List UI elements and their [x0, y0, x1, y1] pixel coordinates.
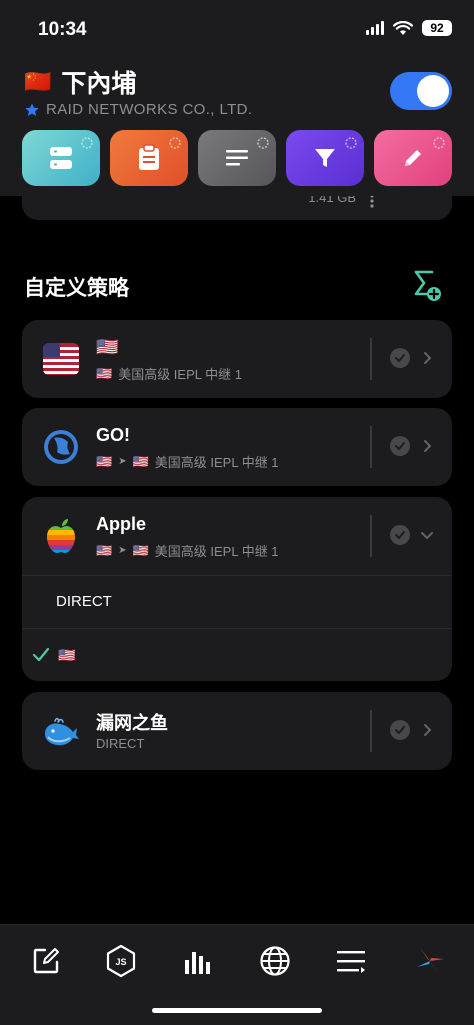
divider — [370, 515, 372, 557]
policy-name: GO! — [96, 425, 130, 445]
option-flag: 🇺🇸 — [58, 647, 76, 663]
tab-edit[interactable] — [28, 943, 64, 979]
route-label: DIRECT — [96, 736, 145, 751]
section-title: 自定义策略 — [24, 277, 129, 300]
tab-network[interactable] — [257, 943, 293, 979]
status-icons: 92 — [366, 20, 452, 36]
globe-icon — [260, 946, 290, 976]
option-label: DIRECT — [56, 593, 112, 610]
provider-name: RAID NETWORKS CO., LTD. — [46, 101, 253, 118]
pinwheel-icon — [417, 948, 444, 974]
policy-route: 🇺🇸 ➤ 🇺🇸 美国高级 IEPL 中继 1 — [96, 452, 279, 471]
checkmark-icon — [32, 647, 50, 662]
tab-stats[interactable] — [180, 943, 216, 979]
tile-filter[interactable] — [286, 130, 364, 186]
tile-gear-icon — [433, 137, 445, 149]
policy-name: 漏网之鱼 — [96, 713, 168, 733]
route-arrow-icon: ➤ — [118, 456, 127, 467]
route-label: 美国高级 IEPL 中继 1 — [154, 544, 279, 559]
enable-toggle[interactable] — [390, 72, 452, 110]
star-icon — [25, 102, 39, 116]
tile-gear-icon — [345, 137, 357, 149]
tile-gear-icon — [81, 137, 93, 149]
tile-gear-icon — [257, 137, 269, 149]
policy-route: 🇺🇸 ➤ 🇺🇸 美国高级 IEPL 中继 1 — [96, 541, 279, 560]
policy-route: DIRECT — [96, 736, 144, 751]
chevron-down-icon[interactable] — [420, 528, 434, 542]
policy-card-final[interactable]: 漏网之鱼 DIRECT — [22, 692, 452, 770]
chevron-right-icon[interactable] — [420, 439, 434, 453]
js-label: JS — [115, 957, 126, 967]
route-to-flag: 🇺🇸 — [132, 453, 149, 469]
route-from-flag: 🇺🇸 — [96, 453, 113, 469]
policy-main[interactable]: GO! 🇺🇸 ➤ 🇺🇸 美国高级 IEPL 中继 1 — [22, 408, 452, 486]
latency-check-icon[interactable] — [390, 525, 410, 545]
globe-icon — [44, 430, 78, 464]
signal-icon — [366, 21, 384, 35]
policy-main[interactable]: 🇺🇸 🇺🇸 美国高级 IEPL 中继 1 — [22, 320, 452, 398]
edit-icon — [33, 948, 59, 974]
tile-clipboard[interactable] — [110, 130, 188, 186]
us-flag-icon — [43, 343, 79, 375]
route-flag: 🇺🇸 — [96, 365, 113, 381]
policy-card-apple[interactable]: Apple 🇺🇸 ➤ 🇺🇸 美国高级 IEPL 中继 1 DIRECT 🇺🇸 — [22, 497, 452, 681]
status-time: 10:34 — [38, 19, 87, 40]
route-from-flag: 🇺🇸 — [96, 542, 113, 558]
chart-icon — [185, 952, 210, 974]
clipboard-icon — [139, 144, 159, 170]
policy-main[interactable]: 漏网之鱼 DIRECT — [22, 692, 452, 770]
profile-title-row: 🇨🇳 下內埔 — [24, 64, 136, 100]
policy-name: Apple — [96, 514, 147, 534]
chevron-right-icon[interactable] — [420, 723, 434, 737]
tab-home[interactable] — [412, 943, 448, 979]
subtitle-row: RAID NETWORKS CO., LTD. — [24, 101, 252, 118]
pencil-icon — [405, 150, 421, 166]
more-icon[interactable] — [370, 194, 374, 208]
tab-scripts[interactable]: JS — [103, 943, 139, 979]
screen: 1.41 GB 10:34 92 🇨🇳 下內埔 RAID NETWORKS CO… — [0, 0, 474, 1025]
policy-card-go[interactable]: GO! 🇺🇸 ➤ 🇺🇸 美国高级 IEPL 中继 1 — [22, 408, 452, 486]
server-icon — [50, 147, 72, 169]
shortcut-tiles — [22, 130, 452, 186]
route-label: 美国高级 IEPL 中继 1 — [154, 455, 279, 470]
policy-card-us[interactable]: 🇺🇸 🇺🇸 美国高级 IEPL 中继 1 — [22, 320, 452, 398]
battery-indicator: 92 — [422, 20, 452, 36]
tab-logs[interactable] — [333, 943, 369, 979]
route-label: 美国高级 IEPL 中继 1 — [118, 367, 242, 382]
divider — [370, 710, 372, 752]
divider — [370, 338, 372, 380]
filter-icon — [315, 149, 335, 167]
route-arrow-icon: ➤ — [118, 545, 127, 556]
list-icon — [337, 951, 365, 973]
latency-check-icon[interactable] — [390, 348, 410, 368]
tile-list[interactable] — [198, 130, 276, 186]
policy-option-direct[interactable]: DIRECT — [22, 575, 452, 628]
policy-route: 🇺🇸 美国高级 IEPL 中继 1 — [96, 364, 242, 383]
whale-icon — [45, 717, 79, 746]
china-flag-icon: 🇨🇳 — [24, 69, 52, 94]
policy-name: 🇺🇸 — [96, 337, 119, 357]
policy-option-us[interactable]: 🇺🇸 — [22, 628, 452, 681]
latency-check-icon[interactable] — [390, 436, 410, 456]
latency-check-icon[interactable] — [390, 720, 410, 740]
chevron-right-icon[interactable] — [420, 351, 434, 365]
js-icon: JS — [106, 944, 136, 978]
apple-icon — [47, 519, 75, 553]
tile-edit[interactable] — [374, 130, 452, 186]
wifi-icon — [393, 20, 413, 35]
header: 10:34 92 🇨🇳 下內埔 RAID NETWORKS CO., LTD. — [0, 0, 474, 196]
divider — [370, 426, 372, 468]
status-bar: 10:34 92 — [0, 0, 474, 60]
route-to-flag: 🇺🇸 — [132, 542, 149, 558]
toggle-knob — [417, 75, 449, 107]
policy-main[interactable]: Apple 🇺🇸 ➤ 🇺🇸 美国高级 IEPL 中继 1 — [22, 497, 452, 575]
tile-server[interactable] — [22, 130, 100, 186]
page-title: 下內埔 — [61, 70, 137, 98]
home-indicator[interactable] — [152, 1008, 322, 1013]
tile-gear-icon — [169, 137, 181, 149]
add-policy-button[interactable] — [414, 270, 442, 302]
list-icon — [226, 150, 248, 166]
